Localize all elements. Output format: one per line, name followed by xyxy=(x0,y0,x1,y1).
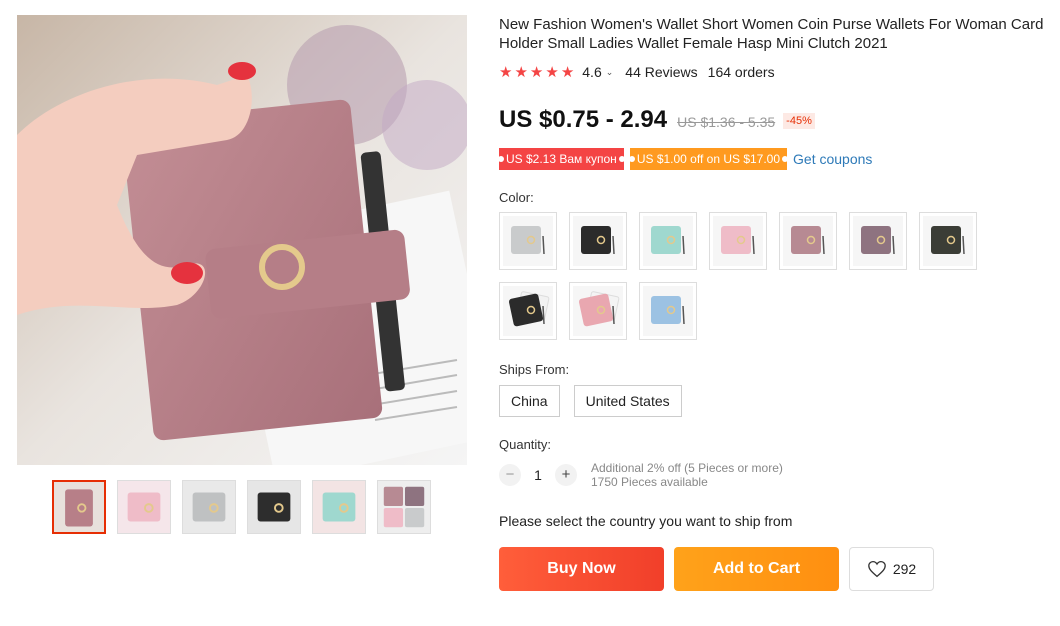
stock-available-text: 1750 Pieces available xyxy=(591,475,708,489)
price-row: US $0.75 - 2.94 US $1.36 - 5.35 -45% xyxy=(499,106,1054,134)
wallet-swatch-image xyxy=(713,216,763,266)
rating-value[interactable]: 4.6 xyxy=(582,64,601,80)
wallet-swatch-image xyxy=(643,216,693,266)
color-swatch-gray[interactable] xyxy=(499,212,557,270)
thumbnail-1[interactable] xyxy=(52,480,106,534)
thumbnail-6[interactable] xyxy=(377,480,431,534)
add-to-cart-button[interactable]: Add to Cart xyxy=(674,547,839,591)
color-swatch-light-blue[interactable] xyxy=(639,282,697,340)
color-swatch-dusty-purple[interactable] xyxy=(849,212,907,270)
ships-from-options: China United States xyxy=(499,385,1054,417)
wallet-swatch-image xyxy=(573,286,623,336)
product-info: New Fashion Women's Wallet Short Women C… xyxy=(498,15,1054,591)
ship-country-message: Please select the country you want to sh… xyxy=(499,513,793,529)
thumbnail-4[interactable] xyxy=(247,480,301,534)
reviews-link[interactable]: 44 Reviews xyxy=(625,64,697,80)
thumbnail-3[interactable] xyxy=(182,480,236,534)
thumbnail-5[interactable] xyxy=(312,480,366,534)
orders-count: 164 orders xyxy=(707,64,775,80)
wallet-swatch-image xyxy=(923,216,973,266)
ship-option-china[interactable]: China xyxy=(499,385,560,417)
ship-option-united-states[interactable]: United States xyxy=(573,385,682,417)
color-swatch-light-pink[interactable] xyxy=(709,212,767,270)
color-swatch-dark-olive[interactable] xyxy=(919,212,977,270)
ships-from-label: Ships From: xyxy=(499,362,570,377)
wishlist-count: 292 xyxy=(892,561,917,577)
buy-now-button[interactable]: Buy Now xyxy=(499,547,664,591)
discount-badge: -45% xyxy=(783,113,815,129)
star-icon: ★ xyxy=(545,63,559,81)
chevron-down-icon[interactable]: ⌄ xyxy=(606,67,614,78)
quantity-label: Quantity: xyxy=(499,437,552,452)
get-coupons-link[interactable]: Get coupons xyxy=(793,151,872,167)
color-label: Color: xyxy=(499,190,534,205)
thumbnail-2[interactable] xyxy=(117,480,171,534)
star-icon: ★ xyxy=(560,63,575,81)
color-swatches xyxy=(499,212,989,340)
product-title: New Fashion Women's Wallet Short Women C… xyxy=(499,16,1044,52)
wallet-swatch-image xyxy=(643,286,693,336)
rating-row: ★ ★ ★ ★ ★ 4.6 ⌄ 44 Reviews 164 orders xyxy=(499,64,1054,80)
wallet-swatch-image xyxy=(503,286,553,336)
color-swatch-mint[interactable] xyxy=(639,212,697,270)
color-swatch-black[interactable] xyxy=(569,212,627,270)
star-icon: ★ xyxy=(529,63,544,81)
wallet-swatch-image xyxy=(573,216,623,266)
action-buttons: Buy Now Add to Cart 292 xyxy=(499,547,1054,591)
thumbnail-strip xyxy=(52,480,431,534)
color-swatch-pink-white[interactable] xyxy=(569,282,627,340)
quantity-decrease-button[interactable]: − xyxy=(499,464,521,486)
color-swatch-mauve-pink[interactable] xyxy=(779,212,837,270)
wishlist-button[interactable]: 292 xyxy=(849,547,934,591)
star-icon: ★ xyxy=(514,63,528,81)
wallet-swatch-image xyxy=(783,216,833,266)
coupon-badge-1[interactable]: US $2.13 Вам купон xyxy=(498,148,625,170)
coupon-row: US $2.13 Вам купон US $1.00 off on US $1… xyxy=(498,148,1054,170)
bulk-discount-text: Additional 2% off (5 Pieces or more) xyxy=(591,461,783,475)
wallet-swatch-image xyxy=(853,216,903,266)
quantity-info: Additional 2% off (5 Pieces or more) 175… xyxy=(591,461,783,489)
wallet-photo xyxy=(17,15,467,465)
color-swatch-black-white[interactable] xyxy=(499,282,557,340)
star-icon: ★ xyxy=(499,63,513,81)
original-price: US $1.36 - 5.35 xyxy=(677,114,776,130)
price: US $0.75 - 2.94 xyxy=(499,106,668,133)
star-rating: ★ ★ ★ ★ ★ xyxy=(499,65,574,80)
wallet-swatch-image xyxy=(503,216,553,266)
main-product-image[interactable] xyxy=(17,15,467,465)
coupon-badge-2[interactable]: US $1.00 off on US $17.00 xyxy=(628,148,789,170)
quantity-value[interactable]: 1 xyxy=(521,467,555,483)
quantity-stepper: − 1 + Additional 2% off (5 Pieces or mor… xyxy=(499,461,1054,489)
quantity-increase-button[interactable]: + xyxy=(555,464,577,486)
heart-icon xyxy=(867,560,886,578)
